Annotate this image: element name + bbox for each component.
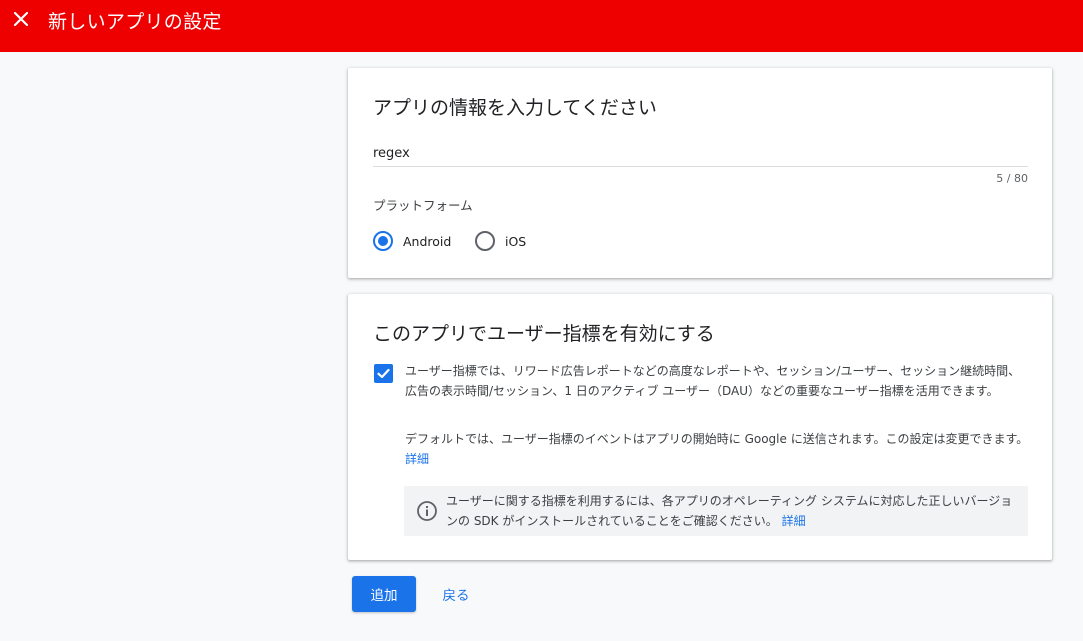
app-name-input[interactable] <box>373 141 1028 167</box>
sdk-notice-text: ユーザーに関する指標を利用するには、各アプリのオペレーティング システムに対応し… <box>446 491 1024 531</box>
radio-android[interactable] <box>373 231 393 251</box>
char-counter: 5 / 80 <box>996 172 1028 185</box>
platform-ios-label: iOS <box>505 233 527 249</box>
details-link[interactable]: 詳細 <box>405 452 429 466</box>
back-button[interactable]: 戻る <box>430 576 482 612</box>
radio-ios[interactable] <box>475 231 495 251</box>
platform-android-label: Android <box>403 233 452 249</box>
user-metrics-card: このアプリでユーザー指標を有効にする ユーザー指標では、リワード広告レポートなど… <box>348 294 1052 560</box>
info-icon <box>417 501 437 521</box>
notice-details-link[interactable]: 詳細 <box>782 514 806 528</box>
close-icon <box>13 11 29 27</box>
default-setting-text: デフォルトでは、ユーザー指標のイベントはアプリの開始時に Google に送信さ… <box>405 429 1030 469</box>
user-metrics-title: このアプリでユーザー指標を有効にする <box>373 323 715 345</box>
top-app-bar: 新しいアプリの設定 <box>0 0 1083 52</box>
close-button[interactable] <box>8 6 34 32</box>
platform-option-android[interactable]: Android <box>373 231 451 251</box>
platform-label: プラットフォーム <box>373 198 473 213</box>
notice-text: ユーザーに関する指標を利用するには、各アプリのオペレーティング システムに対応し… <box>446 494 1013 528</box>
sdk-notice: ユーザーに関する指標を利用するには、各アプリのオペレーティング システムに対応し… <box>404 486 1028 536</box>
user-metrics-description: ユーザー指標では、リワード広告レポートなどの高度なレポートや、セッション/ユーザ… <box>405 364 1021 398</box>
default-text: デフォルトでは、ユーザー指標のイベントはアプリの開始時に Google に送信さ… <box>405 432 1029 446</box>
user-metrics-checkbox[interactable] <box>374 364 393 383</box>
check-icon <box>377 368 390 379</box>
page-title: 新しいアプリの設定 <box>48 11 222 33</box>
app-info-card: アプリの情報を入力してください 5 / 80 プラットフォーム Android … <box>348 68 1052 278</box>
platform-option-ios[interactable]: iOS <box>475 231 526 251</box>
add-button[interactable]: 追加 <box>352 576 416 612</box>
app-info-title: アプリの情報を入力してください <box>373 97 657 119</box>
